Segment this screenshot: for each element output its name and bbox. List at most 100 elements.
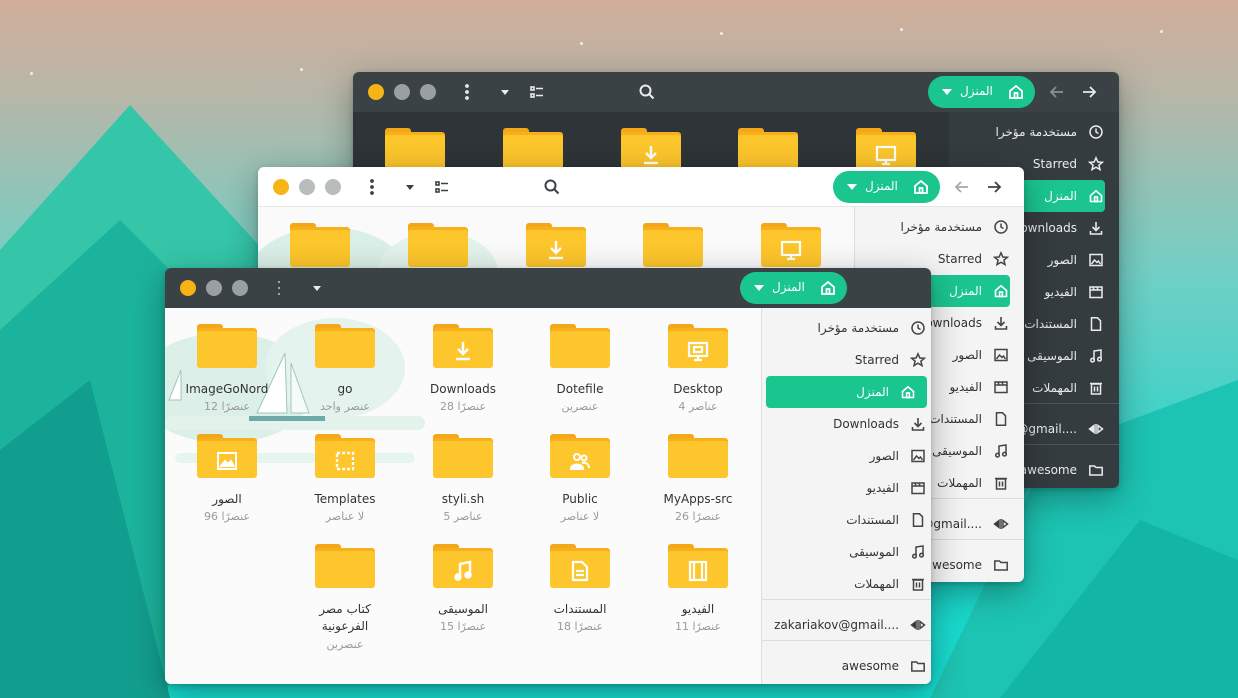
- file-name[interactable]: الموسيقى: [408, 601, 518, 618]
- star-icon: [992, 250, 1010, 268]
- folder-icon[interactable]: [621, 128, 681, 172]
- folder-icon: [909, 657, 927, 675]
- file-name[interactable]: MyApps-src: [643, 491, 753, 508]
- close-button[interactable]: [368, 84, 384, 100]
- star-icon: [1087, 155, 1105, 173]
- folder-icon[interactable]: [197, 324, 257, 368]
- folder-icon[interactable]: [290, 223, 350, 267]
- folder-icon[interactable]: [761, 223, 821, 267]
- file-name[interactable]: Desktop: [643, 381, 753, 398]
- sidebar-item-music[interactable]: الموسيقى: [766, 536, 927, 568]
- image-icon: [1087, 251, 1105, 269]
- back-arrow-icon[interactable]: [1047, 82, 1067, 102]
- sidebar-item-download[interactable]: Downloads: [766, 408, 927, 440]
- back-arrow-icon[interactable]: [952, 177, 972, 197]
- kebab-menu-icon[interactable]: [269, 278, 289, 298]
- folder-icon[interactable]: [433, 434, 493, 478]
- folder-icon[interactable]: [550, 544, 610, 588]
- sidebar-item-document[interactable]: المستندات: [766, 504, 927, 536]
- folder-icon[interactable]: [643, 223, 703, 267]
- file-manager-window-front[interactable]: المنزل Desktop 4 عناصر Dotefile عنصرين Downl…: [165, 268, 931, 684]
- sidebar-item-clock[interactable]: مستخدمة مؤخرا: [949, 116, 1105, 148]
- file-name[interactable]: Templates: [290, 491, 400, 508]
- chevron-down-icon[interactable]: [307, 278, 327, 298]
- minimize-button[interactable]: [325, 179, 341, 195]
- file-name[interactable]: المستندات: [525, 601, 635, 618]
- chevron-down-icon[interactable]: [942, 89, 952, 95]
- kebab-menu-icon[interactable]: [362, 177, 382, 197]
- chevron-down-icon[interactable]: [495, 82, 515, 102]
- list-view-icon[interactable]: [527, 82, 547, 102]
- sidebar-item-label: @gmail....: [1016, 422, 1077, 436]
- minimize-button[interactable]: [420, 84, 436, 100]
- sidebar-item-label: awesome: [1019, 463, 1077, 477]
- forward-arrow-icon[interactable]: [984, 177, 1004, 197]
- folder-icon[interactable]: [385, 128, 445, 172]
- sidebar-item-label: المهملات: [1032, 381, 1077, 395]
- maximize-button[interactable]: [394, 84, 410, 100]
- list-view-icon[interactable]: [432, 177, 452, 197]
- sidebar-item-star[interactable]: Starred: [766, 344, 927, 376]
- sidebar-item-home[interactable]: المنزل: [766, 376, 927, 408]
- folder-icon[interactable]: [315, 544, 375, 588]
- sidebar-item-label: الفيديو: [949, 380, 982, 394]
- file-name[interactable]: go: [290, 381, 400, 398]
- film-icon: [909, 479, 927, 497]
- sidebar-item-clock[interactable]: مستخدمة مؤخرا: [855, 211, 1010, 243]
- minimize-button[interactable]: [232, 280, 248, 296]
- file-name[interactable]: الفيديو: [643, 601, 753, 618]
- network-icon: [1087, 420, 1105, 438]
- location-pill[interactable]: المنزل: [740, 272, 847, 304]
- forward-arrow-icon[interactable]: [1079, 82, 1099, 102]
- file-view[interactable]: Desktop 4 عناصر Dotefile عنصرين Downloads 28 …: [165, 308, 761, 684]
- file-name[interactable]: Public: [525, 491, 635, 508]
- location-pill[interactable]: المنزل: [833, 171, 940, 203]
- desktop-icon: [685, 338, 711, 364]
- sidebar-item-film[interactable]: الفيديو: [766, 472, 927, 504]
- home-icon: [899, 383, 917, 401]
- search-icon[interactable]: [637, 82, 657, 102]
- folder-icon[interactable]: [197, 434, 257, 478]
- folder-icon[interactable]: [315, 434, 375, 478]
- folder-icon[interactable]: [738, 128, 798, 172]
- folder-icon[interactable]: [550, 324, 610, 368]
- file-name[interactable]: الصور: [172, 491, 282, 508]
- maximize-button[interactable]: [299, 179, 315, 195]
- close-button[interactable]: [180, 280, 196, 296]
- location-label: المنزل: [772, 280, 805, 294]
- folder-icon[interactable]: [668, 434, 728, 478]
- file-name[interactable]: styli.sh: [408, 491, 518, 508]
- folder-icon[interactable]: [408, 223, 468, 267]
- file-name[interactable]: ImageGoNord: [172, 381, 282, 398]
- chevron-down-icon[interactable]: [400, 177, 420, 197]
- folder-icon[interactable]: [856, 128, 916, 172]
- file-name[interactable]: Dotefile: [525, 381, 635, 398]
- folder-icon[interactable]: [550, 434, 610, 478]
- folder-icon[interactable]: [668, 324, 728, 368]
- kebab-menu-icon[interactable]: [457, 82, 477, 102]
- chevron-down-icon[interactable]: [754, 285, 764, 291]
- sidebar-item-clock[interactable]: مستخدمة مؤخرا: [766, 312, 927, 344]
- maximize-button[interactable]: [206, 280, 222, 296]
- chevron-down-icon[interactable]: [847, 184, 857, 190]
- location-label: المنزل: [960, 84, 993, 98]
- forward-arrow-icon[interactable]: [891, 278, 911, 298]
- close-button[interactable]: [273, 179, 289, 195]
- search-icon[interactable]: [542, 177, 562, 197]
- folder-icon[interactable]: [433, 324, 493, 368]
- folder-icon[interactable]: [526, 223, 586, 267]
- sidebar-item-trash[interactable]: المهملات: [766, 568, 927, 600]
- file-name[interactable]: Downloads: [408, 381, 518, 398]
- location-pill[interactable]: المنزل: [928, 76, 1035, 108]
- file-name[interactable]: كتاب مصر الفرعونية: [290, 601, 400, 635]
- folder-icon[interactable]: [503, 128, 563, 172]
- search-icon[interactable]: [449, 278, 469, 298]
- folder-icon[interactable]: [433, 544, 493, 588]
- sidebar-item-network[interactable]: zakariakov@gmail....: [766, 609, 927, 641]
- back-arrow-icon[interactable]: [859, 278, 879, 298]
- folder-icon[interactable]: [668, 544, 728, 588]
- sidebar-item-folder[interactable]: awesome: [766, 650, 927, 682]
- folder-icon[interactable]: [315, 324, 375, 368]
- list-view-icon[interactable]: [339, 278, 359, 298]
- sidebar-item-image[interactable]: الصور: [766, 440, 927, 472]
